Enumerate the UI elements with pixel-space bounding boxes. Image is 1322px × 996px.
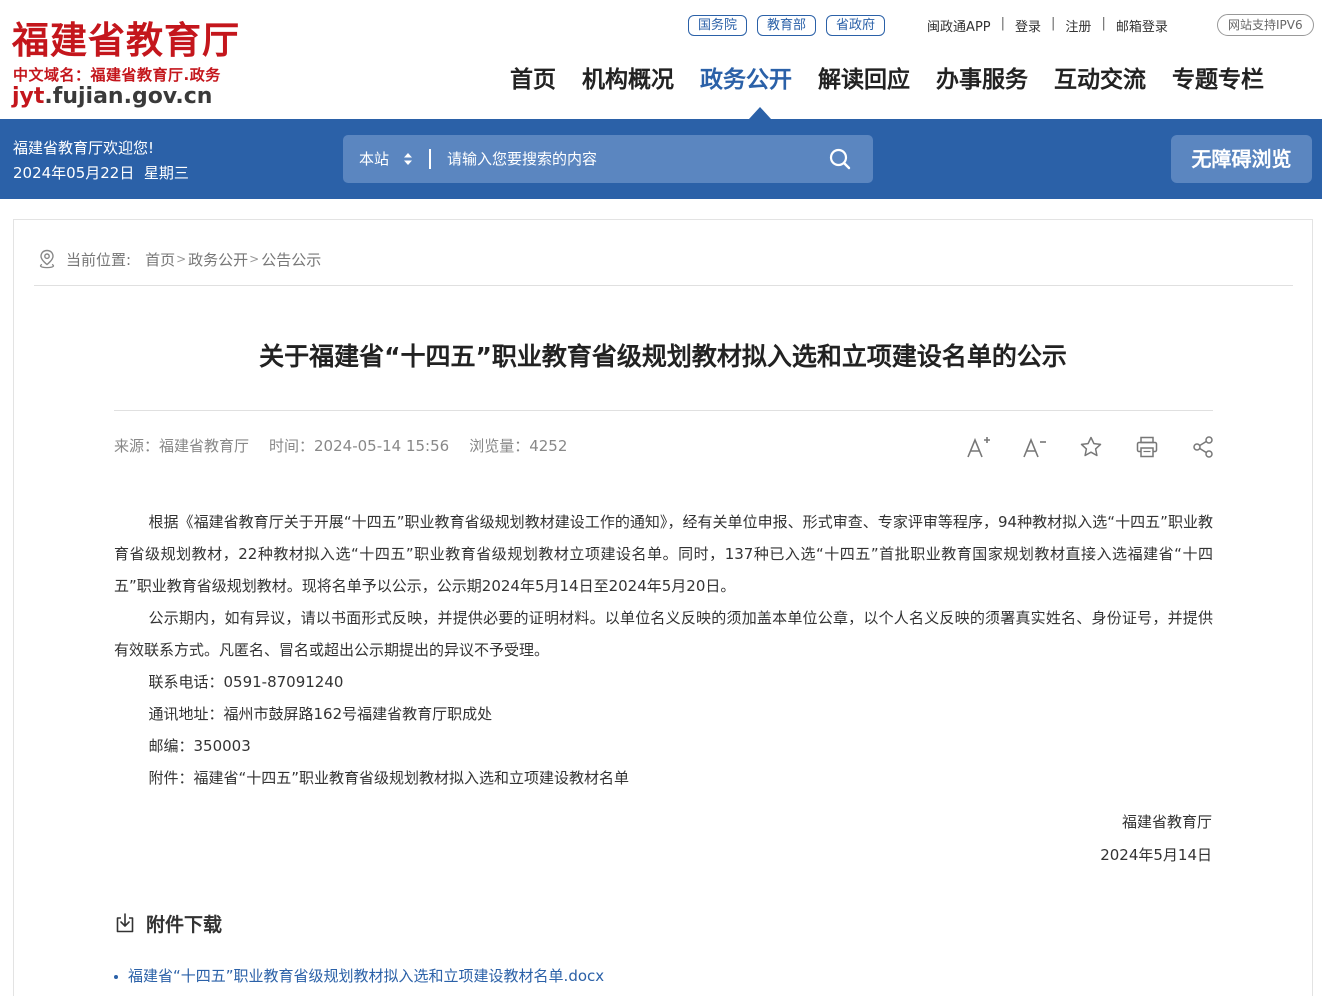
site-domain-label: 中文域名：福建省教育厅.政务 — [13, 66, 221, 84]
site-url-accent: jyt — [12, 84, 45, 109]
top-links-bar: 国务院 教育部 省政府 闽政通APP | 登录 | 注册 | 邮箱登录 — [688, 14, 1178, 36]
attachment-link[interactable]: 福建省“十四五”职业教育省级规划教材拟入选和立项建设教材名单.docx — [114, 965, 604, 987]
active-nav-indicator — [749, 107, 771, 119]
attachment-filename[interactable]: 福建省“十四五”职业教育省级规划教材拟入选和立项建设教材名单.docx — [128, 967, 604, 985]
print-button[interactable] — [1132, 433, 1162, 461]
font-decrease-button[interactable] — [1020, 433, 1050, 461]
ipv6-badge: 网站支持IPV6 — [1217, 14, 1314, 36]
mail-login-link[interactable]: 邮箱登录 — [1106, 16, 1178, 35]
site-url: jyt.fujian.gov.cn — [12, 84, 212, 110]
nav-interpretation[interactable]: 解读回应 — [805, 58, 923, 102]
site-logo-title[interactable]: 福建省教育厅 — [12, 18, 240, 62]
gov-link-state-council[interactable]: 国务院 — [688, 14, 748, 36]
breadcrumb-label: 当前位置: — [66, 250, 132, 269]
welcome-block: 福建省教育厅欢迎您! 2024年05月22日 星期三 — [13, 136, 189, 186]
article-views: 浏览量：4252 — [469, 437, 568, 455]
breadcrumb-home[interactable]: 首页 — [145, 249, 175, 270]
nav-government-affairs[interactable]: 政务公开 — [687, 58, 805, 102]
nav-services[interactable]: 办事服务 — [923, 58, 1041, 102]
article-source: 来源：福建省教育厅 — [114, 437, 250, 455]
signature-date: 2024年5月14日 — [1100, 846, 1212, 864]
share-icon — [1193, 436, 1213, 458]
breadcrumb-separator: > — [249, 252, 260, 266]
attachment-note: 附件：福建省“十四五”职业教育省级规划教材拟入选和立项建设教材名单 — [148, 769, 630, 787]
postal-code: 邮编：350003 — [148, 737, 251, 755]
search-input[interactable] — [447, 145, 807, 173]
site-url-rest: .fujian.gov.cn — [44, 84, 213, 109]
welcome-search-bar: 福建省教育厅欢迎您! 2024年05月22日 星期三 本站 无障碍浏览 — [0, 119, 1322, 199]
breadcrumb-separator: > — [176, 252, 187, 266]
article-title: 关于福建省“十四五”职业教育省级规划教材拟入选和立项建设名单的公示 — [259, 342, 1067, 371]
article-paragraph: 公示期内，如有异议，请以书面形式反映，并提供必要的证明材料。以单位名义反映的须加… — [114, 609, 1213, 659]
article-body: 根据《福建省教育厅关于开展“十四五”职业教育省级规划教材建设工作的通知》，经有关… — [114, 506, 1213, 794]
nav-organization[interactable]: 机构概况 — [569, 58, 687, 102]
article-container: 当前位置: 首页 > 政务公开 > 公告公示 关于福建省“十四五”职业教育省级规… — [13, 219, 1313, 996]
font-decrease-icon — [1023, 437, 1046, 458]
article-time: 时间：2024-05-14 15:56 — [269, 437, 450, 455]
font-increase-button[interactable] — [964, 433, 994, 461]
bullet — [114, 974, 118, 979]
location-icon — [39, 249, 55, 269]
nav-home[interactable]: 首页 — [497, 58, 569, 102]
signature-org: 福建省教育厅 — [1121, 813, 1212, 831]
accessibility-button[interactable]: 无障碍浏览 — [1171, 135, 1312, 183]
search-icon[interactable] — [829, 148, 851, 170]
star-icon — [1080, 436, 1102, 457]
site-header: 福建省教育厅 中文域名：福建省教育厅.政务 jyt.fujian.gov.cn … — [0, 0, 1322, 119]
share-button[interactable] — [1188, 433, 1218, 461]
attachments-title: 附件下载 — [146, 913, 223, 936]
font-increase-icon — [967, 437, 990, 458]
title-divider — [114, 410, 1213, 411]
attachments-heading: 附件下载 — [114, 910, 222, 936]
current-date: 2024年05月22日 星期三 — [13, 164, 189, 182]
search-divider — [429, 149, 431, 169]
favorite-button[interactable] — [1076, 433, 1106, 461]
mzt-app-link[interactable]: 闽政通APP — [917, 16, 1001, 35]
contact-phone: 联系电话：0591-87091240 — [148, 673, 344, 691]
main-nav: 首页 机构概况 政务公开 解读回应 办事服务 互动交流 专题专栏 — [497, 58, 1277, 102]
print-icon — [1136, 436, 1158, 458]
updown-arrow-icon[interactable] — [403, 152, 413, 166]
nav-interaction[interactable]: 互动交流 — [1041, 58, 1159, 102]
nav-topics[interactable]: 专题专栏 — [1159, 58, 1277, 102]
welcome-text: 福建省教育厅欢迎您! — [13, 139, 155, 157]
user-links: 闽政通APP | 登录 | 注册 | 邮箱登录 — [917, 16, 1178, 35]
register-link[interactable]: 注册 — [1055, 16, 1101, 35]
breadcrumb-announcements[interactable]: 公告公示 — [261, 249, 321, 270]
contact-address: 通讯地址：福州市鼓屏路162号福建省教育厅职成处 — [148, 705, 493, 723]
search-scope-select[interactable]: 本站 — [359, 135, 389, 183]
article-tools — [964, 433, 1218, 461]
breadcrumb-divider — [34, 285, 1293, 286]
download-icon — [116, 913, 134, 933]
breadcrumb-government-affairs[interactable]: 政务公开 — [188, 249, 248, 270]
breadcrumb: 当前位置: 首页 > 政务公开 > 公告公示 — [38, 248, 321, 270]
article-meta: 来源：福建省教育厅 时间：2024-05-14 15:56 浏览量：4252 — [114, 436, 587, 456]
login-link[interactable]: 登录 — [1005, 16, 1051, 35]
gov-link-province[interactable]: 省政府 — [826, 14, 886, 36]
article-paragraph: 根据《福建省教育厅关于开展“十四五”职业教育省级规划教材建设工作的通知》，经有关… — [114, 513, 1213, 595]
gov-link-ministry[interactable]: 教育部 — [757, 14, 817, 36]
search-box: 本站 — [343, 135, 873, 183]
